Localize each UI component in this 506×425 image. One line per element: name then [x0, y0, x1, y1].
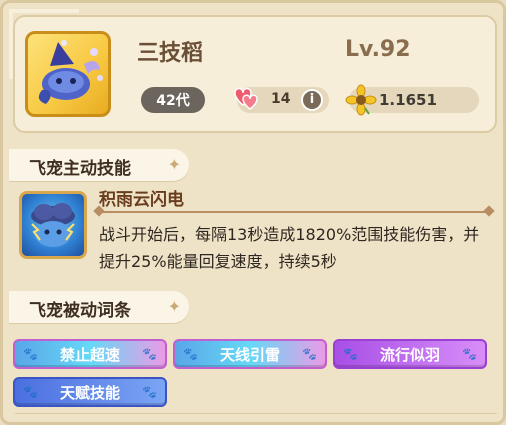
section-title: 飞宠被动词条 — [29, 301, 131, 321]
divider-ornament — [483, 205, 495, 217]
paw-icon: 🐾 — [142, 385, 157, 399]
tag-label: 禁止超速 — [59, 345, 120, 364]
pet-level: Lv.92 — [345, 37, 411, 62]
sunflower-icon — [345, 84, 377, 116]
blue-wizard-cat-icon — [25, 31, 111, 117]
power-display: 1.1651 — [345, 84, 479, 116]
storm-cloud-cat-icon[interactable] — [19, 191, 87, 259]
paw-icon: 🐾 — [23, 347, 38, 361]
passive-tag[interactable]: 🐾 天赋技能 🐾 — [13, 377, 167, 407]
skill-description: 战斗开始后，每隔13秒造成1820%范围技能伤害，并提升25%能量回复速度，持续… — [99, 225, 480, 271]
paw-icon: 🐾 — [462, 347, 477, 361]
hearts-icon — [234, 87, 258, 110]
pet-detail-panel: 三技稻 Lv.92 42代 14 i 1.1651 飞宠主动技能 ✦ 积雨云闪电… — [0, 0, 506, 425]
decorative-border-line — [9, 9, 79, 13]
paw-icon: 🐾 — [142, 347, 157, 361]
sparkle-icon: ✦ — [167, 155, 181, 174]
passive-tag[interactable]: 🐾 天线引雷 🐾 — [173, 339, 327, 369]
paw-icon: 🐾 — [23, 385, 38, 399]
active-skill: 积雨云闪电 战斗开始后，每隔13秒造成1820%范围技能伤害，并提升25%能量回… — [13, 189, 497, 277]
power-value: 1.1651 — [379, 91, 437, 109]
love-counter: 14 i — [234, 87, 329, 113]
active-skill-section-tab: 飞宠主动技能 ✦ — [9, 149, 189, 181]
generation-badge: 42代 — [141, 87, 205, 113]
divider — [99, 211, 489, 213]
love-count: 14 — [271, 91, 291, 107]
paw-icon: 🐾 — [343, 347, 358, 361]
section-title: 飞宠主动技能 — [29, 159, 131, 179]
passive-tag[interactable]: 🐾 流行似羽 🐾 — [333, 339, 487, 369]
passive-tag[interactable]: 🐾 禁止超速 🐾 — [13, 339, 167, 369]
skill-name: 积雨云闪电 — [99, 190, 184, 210]
pet-header-card: 三技稻 Lv.92 42代 14 i 1.1651 — [13, 15, 497, 133]
info-icon[interactable]: i — [301, 89, 323, 111]
passive-traits-section-tab: 飞宠被动词条 ✦ — [9, 291, 189, 323]
sparkle-icon: ✦ — [167, 297, 181, 316]
tag-label: 天赋技能 — [59, 383, 120, 402]
paw-icon: 🐾 — [183, 347, 198, 361]
pet-name: 三技稻 — [137, 41, 204, 66]
tag-label: 流行似羽 — [379, 345, 440, 364]
divider — [15, 413, 497, 414]
tag-label: 天线引雷 — [219, 345, 280, 364]
paw-icon: 🐾 — [302, 347, 317, 361]
